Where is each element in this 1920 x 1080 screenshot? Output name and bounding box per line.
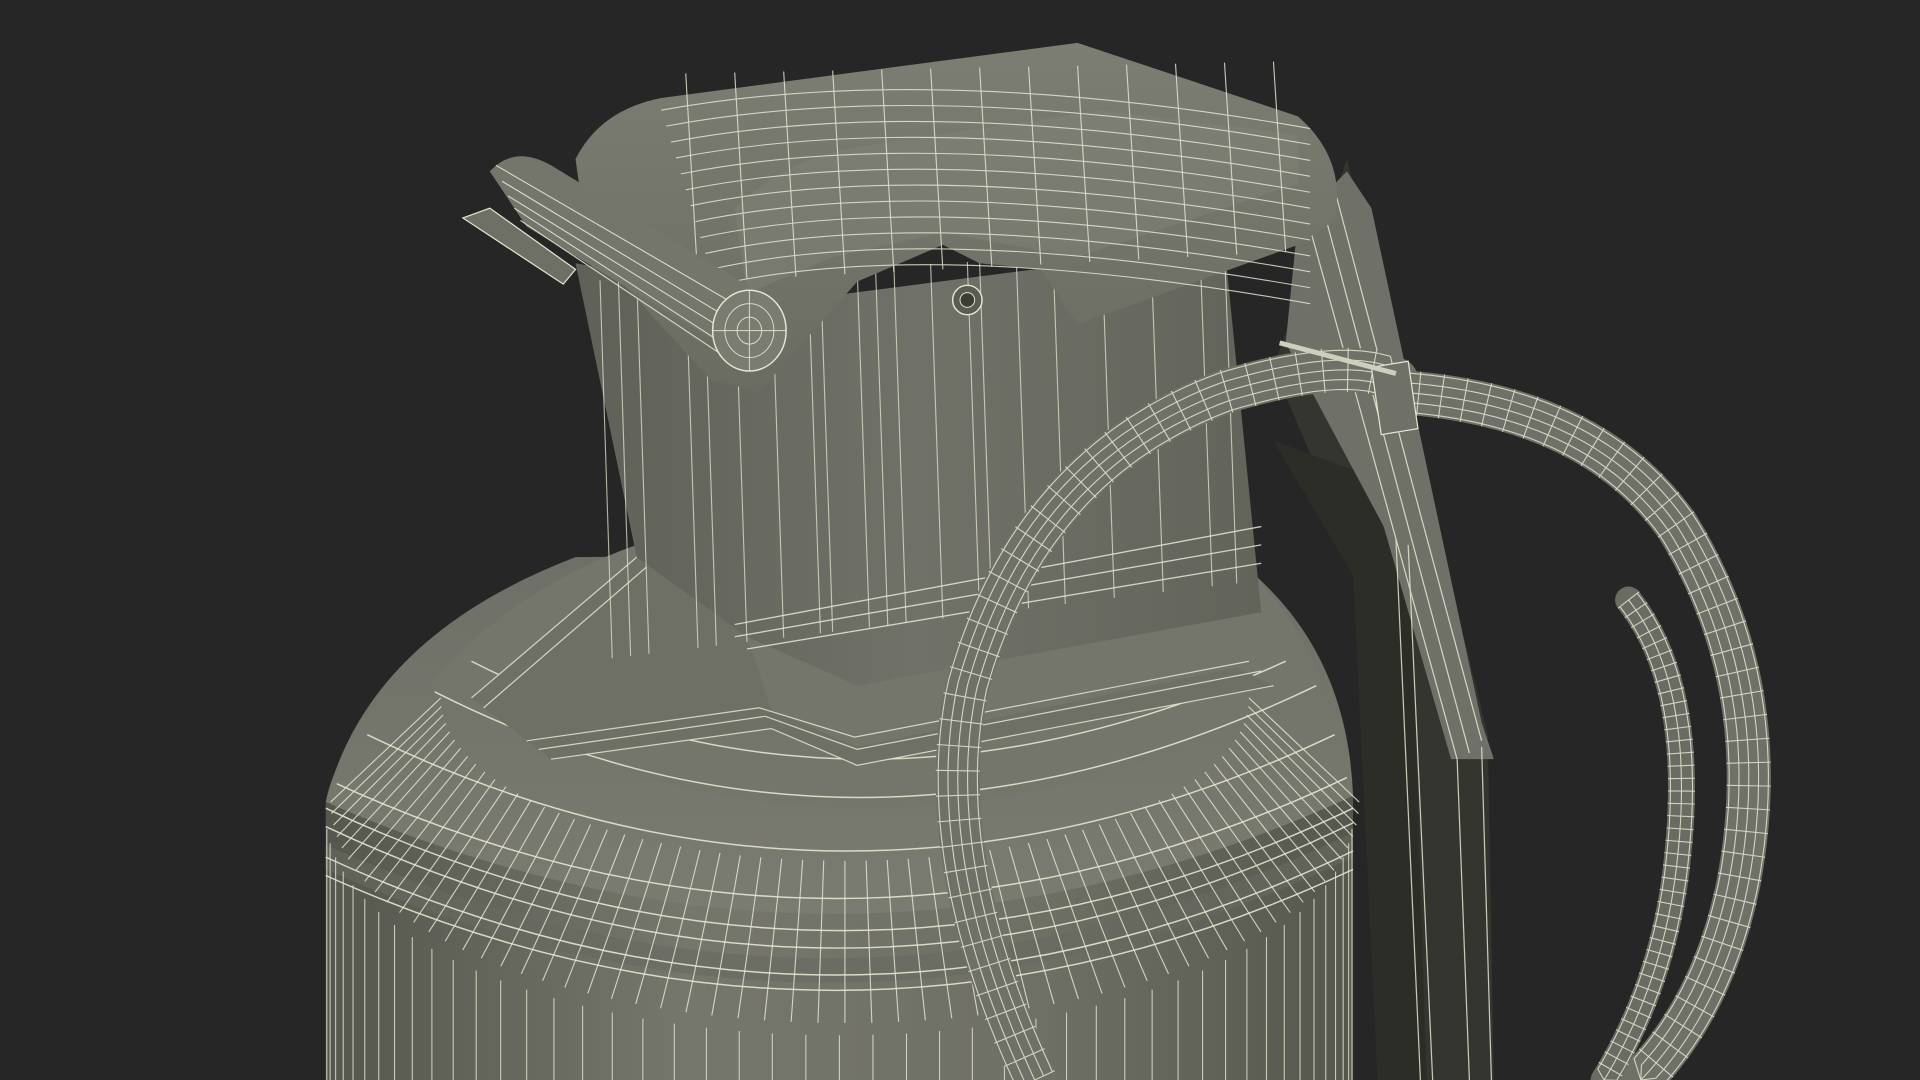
wireframe-render-image (325, 42, 1771, 1080)
wire-line (1667, 802, 1695, 805)
wire-line (935, 769, 980, 772)
render-viewport (0, 0, 1920, 1080)
